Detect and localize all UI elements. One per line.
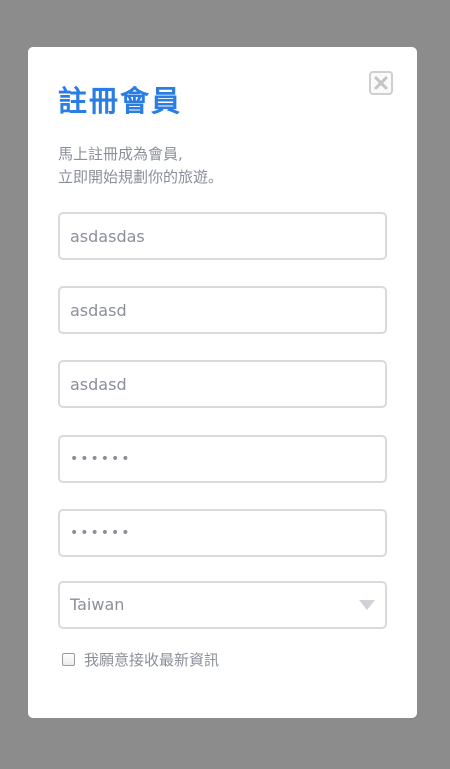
- subtitle-line-2: 立即開始規劃你的旅遊。: [58, 168, 224, 186]
- subtitle: 馬上註冊成為會員, 立即開始規劃你的旅遊。: [58, 143, 223, 189]
- name-field[interactable]: [58, 212, 387, 260]
- newsletter-label[interactable]: 我願意接收最新資訊: [84, 649, 219, 670]
- second-text-field[interactable]: [58, 286, 387, 334]
- third-text-field[interactable]: [58, 360, 387, 408]
- page-title: 註冊會員: [58, 84, 183, 118]
- newsletter-checkbox[interactable]: [62, 652, 75, 666]
- newsletter-option[interactable]: 我願意接收最新資訊: [62, 647, 219, 671]
- register-modal: 註冊會員 馬上註冊成為會員, 立即開始規劃你的旅遊。 Taiwan 我願意接收最…: [28, 47, 417, 718]
- country-select[interactable]: Taiwan: [58, 581, 387, 629]
- subtitle-line-1: 馬上註冊成為會員,: [58, 145, 183, 163]
- password-field[interactable]: [58, 435, 387, 483]
- close-icon: [371, 73, 391, 93]
- chevron-down-icon: [359, 600, 375, 610]
- password-confirm-field[interactable]: [58, 509, 387, 557]
- close-button[interactable]: [369, 71, 393, 95]
- country-select-value: Taiwan: [70, 595, 125, 614]
